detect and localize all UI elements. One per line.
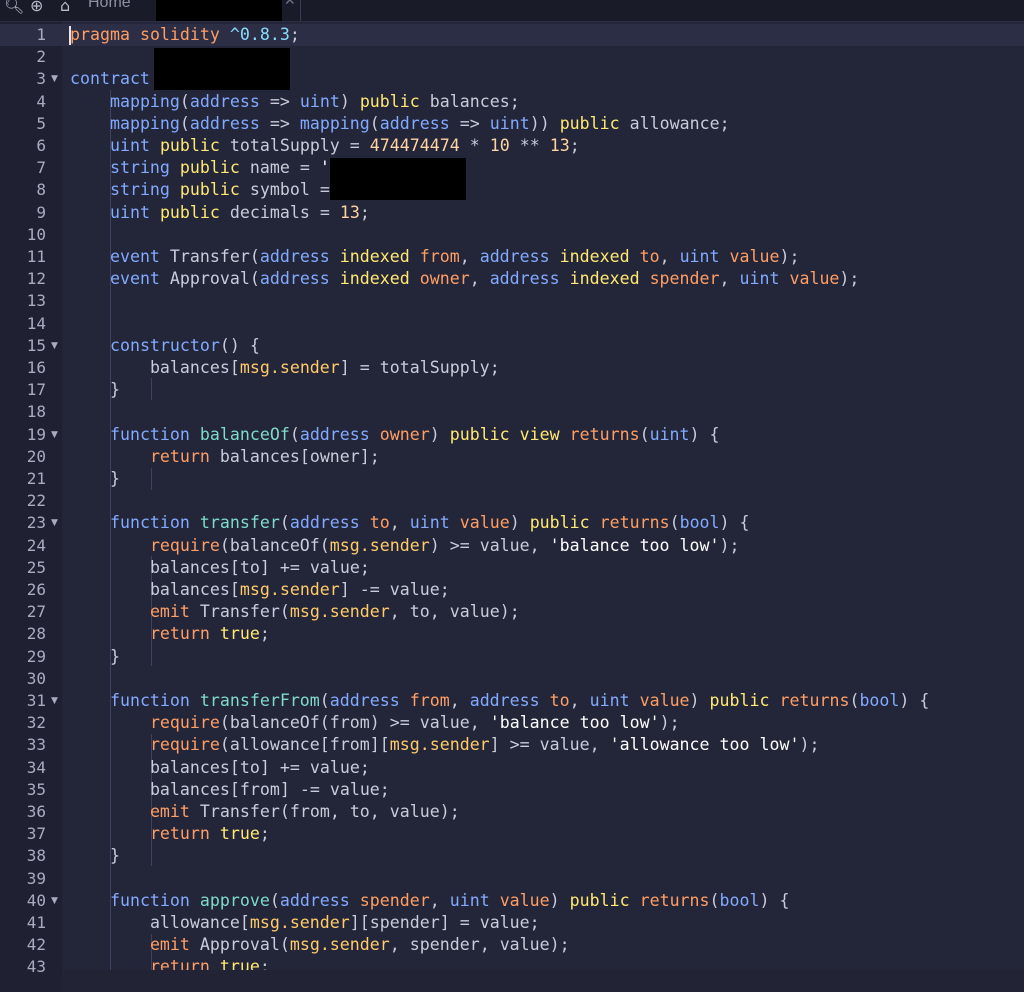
code-line[interactable]: event Approval(address indexed owner, ad… — [70, 268, 859, 290]
line-number: 10 — [26, 224, 46, 244]
code-line[interactable]: balances[to] += value; — [70, 757, 370, 779]
line-number: 17 — [26, 380, 46, 400]
code-line[interactable]: balances[from] -= value; — [70, 779, 390, 801]
line-number: 31 — [26, 691, 46, 710]
code-line[interactable]: string public symbol = — [70, 179, 340, 201]
fold-toggle-icon[interactable]: ▼ — [51, 424, 58, 446]
line-number: 23 — [26, 513, 46, 533]
code-line[interactable]: return true; — [70, 623, 270, 645]
line-number: 28 — [26, 624, 46, 644]
line-number: 25 — [26, 557, 46, 577]
code-line[interactable]: balances[msg.sender] = totalSupply; — [70, 357, 500, 379]
line-number: 27 — [26, 602, 46, 622]
tab-divider — [300, 0, 301, 21]
line-number: 5 — [36, 113, 46, 133]
line-number: 36 — [26, 802, 46, 821]
line-number: 30 — [26, 668, 46, 688]
code-line[interactable]: mapping(address => uint) public balances… — [70, 91, 520, 113]
line-number: 38 — [26, 846, 46, 866]
line-number: 2 — [36, 47, 46, 67]
code-line[interactable]: emit Transfer(msg.sender, to, value); — [70, 601, 520, 623]
code-line[interactable]: function balanceOf(address owner) public… — [70, 424, 720, 446]
toolbar: 🔍︎ ⊕ ⌂ Home ✕ — [0, 0, 1024, 22]
code-line[interactable]: } — [70, 379, 120, 401]
line-number: 24 — [26, 535, 46, 555]
line-number: 4 — [36, 91, 46, 111]
code-editor[interactable]: pragma solidity ^0.8.3; contract mapping(… — [62, 22, 1024, 970]
indent-guide-block-2 — [151, 468, 152, 490]
fold-toggle-icon[interactable]: ▼ — [51, 335, 58, 357]
line-number: 16 — [26, 358, 46, 377]
line-number: 32 — [26, 713, 46, 733]
code-line[interactable]: uint public totalSupply = 474474474 * 10… — [70, 135, 580, 157]
line-number: 8 — [36, 180, 46, 200]
code-line[interactable]: balances[msg.sender] -= value; — [70, 579, 450, 601]
line-number: 39 — [26, 868, 46, 888]
code-line[interactable]: } — [70, 646, 120, 668]
code-line[interactable]: function approve(address spender, uint v… — [70, 890, 790, 912]
fold-toggle-icon[interactable]: ▼ — [51, 68, 58, 90]
line-number: 40 — [26, 890, 46, 910]
code-line[interactable]: string public name = ' — [70, 157, 330, 179]
line-number: 18 — [26, 402, 46, 422]
code-line[interactable]: } — [70, 845, 120, 867]
line-number-gutter: 1 2 3 ▼ 4 5 6 7 8 9 10 11 12 13 14 15 ▼ 16 17 18 19 ▼ 20 21 22 23… — [0, 22, 62, 992]
line-number: 43 — [26, 957, 46, 977]
redacted-tab-name — [156, 0, 282, 21]
fold-toggle-icon[interactable]: ▼ — [51, 690, 58, 712]
code-line[interactable]: event Transfer(address indexed from, add… — [70, 246, 800, 268]
line-number: 20 — [26, 446, 46, 466]
line-number: 12 — [26, 269, 46, 289]
code-line[interactable]: function transfer(address to, uint value… — [70, 512, 750, 534]
fold-toggle-icon[interactable]: ▼ — [51, 890, 58, 912]
code-line[interactable]: mapping(address => mapping(address => ui… — [70, 113, 730, 135]
line-number: 11 — [26, 247, 46, 266]
code-line[interactable]: emit Transfer(from, to, value); — [70, 801, 460, 823]
code-line[interactable]: require(balanceOf(msg.sender) >= value, … — [70, 535, 740, 557]
code-line[interactable]: return balances[owner]; — [70, 446, 380, 468]
indent-guide-block-1 — [151, 378, 152, 400]
redacted-token-name-symbol — [330, 158, 466, 200]
zoom-out-icon[interactable]: 🔍︎ — [4, 0, 24, 15]
text-cursor — [69, 26, 71, 45]
line-number: 3 — [36, 69, 46, 89]
close-tab-icon[interactable]: ✕ — [284, 0, 296, 9]
code-line[interactable]: emit Approval(msg.sender, spender, value… — [70, 934, 570, 956]
code-line[interactable]: allowance[msg.sender][spender] = value; — [70, 912, 540, 934]
home-tab-label[interactable]: Home — [88, 0, 131, 12]
code-line[interactable]: contract — [70, 68, 160, 90]
line-number: 9 — [36, 202, 46, 222]
code-line[interactable]: balances[to] += value; — [70, 557, 370, 579]
line-number: 22 — [26, 491, 46, 511]
code-line[interactable]: pragma solidity ^0.8.3; — [70, 24, 300, 46]
line-number: 14 — [26, 313, 46, 333]
line-number: 6 — [36, 136, 46, 155]
zoom-in-icon[interactable]: ⊕ — [30, 0, 43, 15]
code-line[interactable]: uint public decimals = 13; — [70, 202, 370, 224]
redacted-contract-name — [154, 48, 290, 90]
line-number: 15 — [26, 335, 46, 355]
line-number: 37 — [26, 824, 46, 844]
line-number: 34 — [26, 757, 46, 777]
line-number: 1 — [36, 25, 46, 44]
line-number: 13 — [26, 291, 46, 311]
code-line[interactable]: return true; — [70, 956, 270, 970]
home-icon[interactable]: ⌂ — [60, 0, 70, 15]
line-number: 29 — [26, 646, 46, 666]
code-line[interactable]: return true; — [70, 823, 270, 845]
code-line[interactable]: } — [70, 468, 120, 490]
code-line[interactable]: constructor() { — [70, 335, 260, 357]
line-number: 21 — [26, 469, 46, 488]
line-number: 35 — [26, 779, 46, 799]
fold-toggle-icon[interactable]: ▼ — [51, 512, 58, 534]
code-line[interactable]: require(allowance[from][msg.sender] >= v… — [70, 734, 820, 756]
line-number: 42 — [26, 935, 46, 955]
code-line[interactable]: function transferFrom(address from, addr… — [70, 690, 929, 712]
line-number: 26 — [26, 580, 46, 599]
line-number: 33 — [26, 735, 46, 755]
line-number: 41 — [26, 913, 46, 932]
code-line[interactable]: require(balanceOf(from) >= value, 'balan… — [70, 712, 680, 734]
line-number: 19 — [26, 424, 46, 444]
line-number: 7 — [36, 158, 46, 178]
